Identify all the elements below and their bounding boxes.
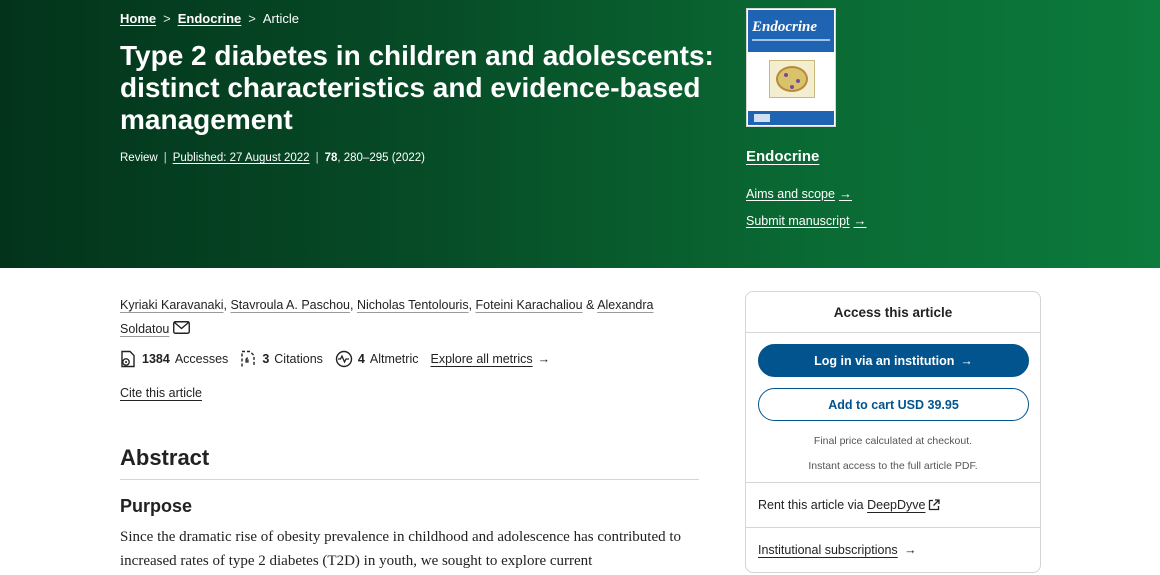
aims-scope-link[interactable]: Aims and scope → — [746, 186, 852, 201]
cover-banner: Endocrine — [748, 10, 834, 52]
arrow-right-icon: → — [960, 353, 973, 368]
altmetric-icon — [335, 350, 353, 368]
published-date-link[interactable]: Published: 27 August 2022 — [173, 152, 310, 164]
pages-year: , 280–295 (2022) — [337, 152, 425, 164]
login-institution-label: Log in via an institution — [814, 353, 955, 368]
article-meta: Review | Published: 27 August 2022 | 78,… — [120, 152, 425, 164]
cover-dot — [790, 85, 794, 89]
accesses-count: 1384 — [142, 352, 170, 366]
deepdyve-link[interactable]: DeepDyve — [867, 498, 925, 512]
article-title: Type 2 diabetes in children and adolesce… — [120, 40, 714, 135]
institutional-subscriptions-link[interactable]: Institutional subscriptions — [758, 543, 898, 557]
cover-footer — [748, 111, 834, 125]
external-link-icon — [928, 499, 941, 511]
altmetric-count: 4 — [357, 352, 365, 366]
cover-subtitle-line — [752, 39, 830, 41]
altmetric-metric: 4 Altmetric — [335, 350, 419, 368]
author-link[interactable]: Nicholas Tentolouris — [357, 298, 469, 312]
arrow-right-icon: → — [853, 213, 867, 228]
explore-metrics-link[interactable]: Explore all metrics — [430, 352, 532, 366]
journal-cover-image[interactable]: Endocrine — [746, 8, 836, 127]
meta-divider: | — [163, 152, 167, 164]
author-link[interactable]: Kyriaki Karavanaki — [120, 298, 224, 312]
arrow-right-icon: → — [838, 186, 852, 201]
submit-manuscript-label: Submit manuscript — [746, 213, 850, 228]
author-link[interactable]: Foteini Karachaliou — [476, 298, 583, 312]
rent-article-row: Rent this article via DeepDyve — [746, 482, 1040, 527]
arrow-right-icon: → — [900, 543, 917, 557]
cover-journal-name: Endocrine — [752, 19, 818, 35]
breadcrumb: Home > Endocrine > Article — [120, 11, 299, 26]
author-last-name: Soldatou — [120, 322, 170, 336]
cover-dot — [796, 79, 800, 83]
author-first-name: Alexandra — [597, 298, 654, 312]
breadcrumb-separator: > — [248, 11, 256, 26]
article-header: Home > Endocrine > Article Type 2 diabet… — [0, 0, 1160, 268]
add-to-cart-button[interactable]: Add to cart USD 39.95 — [758, 388, 1029, 421]
price-note: Final price calculated at checkout. — [813, 435, 973, 447]
purpose-heading: Purpose — [120, 496, 193, 516]
accesses-icon — [121, 350, 135, 368]
volume-info: 78, 280–295 (2022) — [325, 152, 425, 164]
section-divider — [120, 479, 699, 480]
email-icon[interactable] — [173, 318, 191, 342]
breadcrumb-home[interactable]: Home — [120, 11, 156, 26]
arrow-right-icon: → — [537, 352, 551, 366]
aims-scope-label: Aims and scope — [746, 186, 835, 201]
breadcrumb-separator: > — [163, 11, 171, 26]
volume-number: 78 — [324, 152, 338, 164]
author-list: Kyriaki Karavanaki, Stavroula A. Paschou… — [120, 293, 680, 342]
citations-label: Citations — [274, 352, 323, 366]
article-metrics: 1384 Accesses 3 Citations 4 Altmetric Ex… — [120, 350, 550, 368]
cover-dot — [784, 73, 788, 77]
accesses-metric: 1384 Accesses — [120, 350, 228, 368]
citations-icon — [241, 350, 256, 367]
abstract-heading: Abstract — [120, 445, 210, 470]
article-type: Review — [120, 152, 158, 164]
breadcrumb-current: Article — [262, 11, 300, 26]
breadcrumb-journal[interactable]: Endocrine — [178, 11, 242, 26]
abstract-paragraph: Since the dramatic rise of obesity preva… — [120, 529, 682, 569]
author-link[interactable]: Stavroula A. Paschou — [230, 298, 350, 312]
login-institution-button[interactable]: Log in via an institution → — [758, 344, 1029, 377]
cover-illustration — [769, 60, 815, 98]
rent-prefix: Rent this article via — [758, 498, 864, 512]
meta-divider: | — [315, 152, 319, 164]
cite-article-link[interactable]: Cite this article — [120, 386, 202, 400]
publisher-logo — [754, 114, 770, 122]
institutional-subscriptions-row: Institutional subscriptions → — [746, 527, 1040, 572]
altmetric-label: Altmetric — [369, 352, 419, 366]
citations-metric: 3 Citations — [240, 350, 323, 368]
author-conjunction: & — [586, 298, 595, 312]
access-article-panel: Access this article Log in via an instit… — [745, 291, 1041, 573]
accesses-label: Accesses — [174, 352, 229, 366]
instant-access-note: Instant access to the full article PDF. — [808, 460, 978, 472]
citations-count: 3 — [262, 352, 270, 366]
cover-artwork: Endocrine — [748, 10, 834, 125]
add-to-cart-label: Add to cart USD 39.95 — [828, 397, 959, 412]
submit-manuscript-link[interactable]: Submit manuscript → — [746, 213, 867, 228]
journal-name-link[interactable]: Endocrine — [746, 148, 819, 165]
access-heading: Access this article — [746, 292, 1040, 333]
explore-metrics: Explore all metrics → — [430, 352, 550, 366]
